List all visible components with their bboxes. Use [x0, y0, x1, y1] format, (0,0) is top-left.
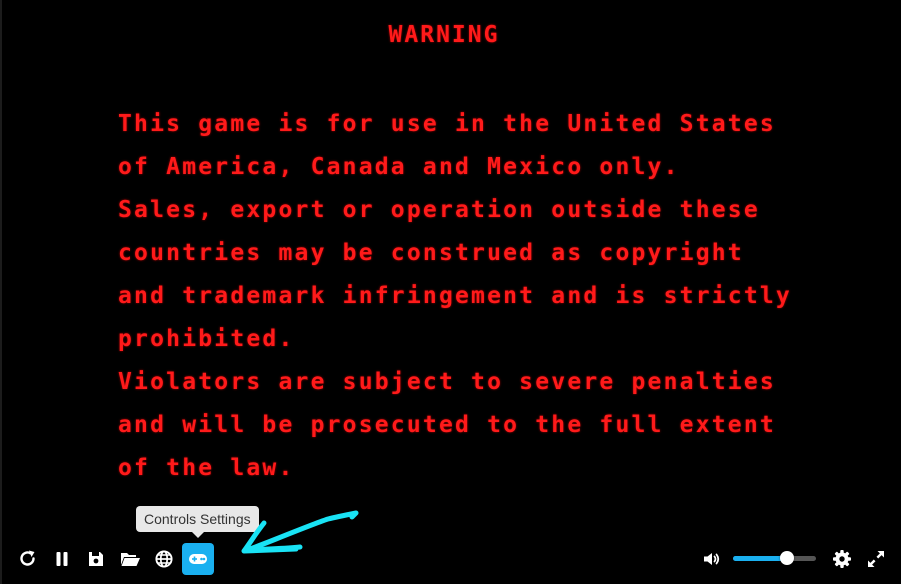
fullscreen-button[interactable]: [860, 543, 892, 575]
warning-line: Sales, export or operation outside these: [118, 197, 760, 223]
tooltip-pointer: [192, 532, 204, 538]
gear-icon: [833, 550, 851, 568]
globe-icon: [155, 550, 173, 568]
emulator-player: WARNING This game is for use in the Unit…: [0, 0, 901, 584]
volume-icon: [704, 553, 720, 565]
save-icon: [89, 552, 103, 566]
warning-line: countries may be construed as copyright: [118, 240, 744, 266]
warning-line: and trademark infringement and is strict…: [118, 283, 792, 309]
warning-line: Violators are subject to severe penaltie…: [118, 369, 776, 395]
pause-button[interactable]: [46, 543, 78, 575]
warning-text: This game is for use in the United State…: [118, 106, 858, 493]
volume-slider-fill: [733, 556, 787, 561]
warning-line: of the law.: [118, 455, 295, 481]
netplay-button[interactable]: [148, 543, 180, 575]
load-state-button[interactable]: [114, 543, 146, 575]
save-state-button[interactable]: [80, 543, 112, 575]
restart-icon: [20, 550, 35, 566]
folder-open-icon: [121, 553, 140, 566]
game-screen[interactable]: WARNING This game is for use in the Unit…: [0, 0, 901, 540]
warning-title: WARNING: [388, 22, 500, 48]
controls-settings-button[interactable]: [182, 543, 214, 575]
warning-line: of America, Canada and Mexico only.: [118, 154, 680, 180]
gamepad-icon: [189, 554, 207, 564]
warning-line: This game is for use in the United State…: [118, 111, 776, 137]
mute-button[interactable]: [696, 543, 728, 575]
control-bar: [0, 540, 901, 584]
fullscreen-icon: [868, 551, 884, 567]
warning-line: and will be prosecuted to the full exten…: [118, 412, 776, 438]
settings-button[interactable]: [826, 543, 858, 575]
volume-slider-thumb[interactable]: [779, 551, 794, 565]
pause-icon: [56, 552, 68, 566]
warning-line: prohibited.: [118, 326, 295, 352]
volume-slider[interactable]: [733, 551, 816, 565]
restart-button[interactable]: [12, 543, 44, 575]
